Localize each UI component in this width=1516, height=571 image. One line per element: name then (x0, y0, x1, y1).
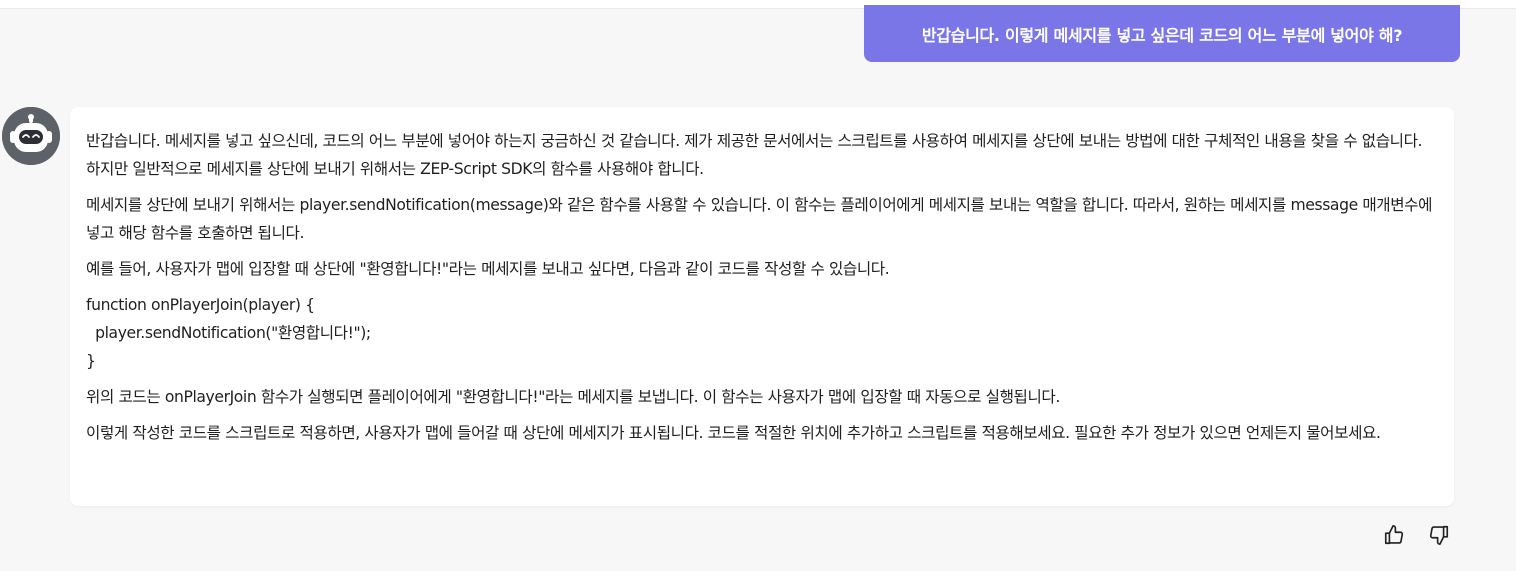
response-paragraph: 메세지를 상단에 보내기 위해서는 player.sendNotificatio… (86, 196, 1433, 242)
user-message-bubble: 반갑습니다. 이렇게 메세지를 넣고 싶은데 코드의 어느 부분에 넣어야 해? (864, 5, 1460, 62)
robot-avatar-icon (2, 107, 60, 165)
response-paragraph: 예를 들어, 사용자가 맵에 입장할 때 상단에 "환영합니다!"라는 메세지를… (86, 260, 890, 278)
bot-response-card: 반갑습니다. 메세지를 넣고 싶으신데, 코드의 어느 부분에 넣어야 하는지 … (70, 107, 1454, 506)
code-snippet: function onPlayerJoin(player) { player.s… (86, 291, 1438, 375)
response-paragraph: 위의 코드는 onPlayerJoin 함수가 실행되면 플레이어에게 "환영합… (86, 388, 1060, 406)
response-paragraph: 이렇게 작성한 코드를 스크립트로 적용하면, 사용자가 맵에 들어갈 때 상단… (86, 424, 1381, 442)
dislike-button[interactable] (1426, 522, 1452, 548)
response-paragraph: 반갑습니다. 메세지를 넣고 싶으신데, 코드의 어느 부분에 넣어야 하는지 … (86, 132, 1423, 178)
bot-avatar (2, 107, 60, 165)
code-line: } (86, 352, 96, 370)
user-message-text: 반갑습니다. 이렇게 메세지를 넣고 싶은데 코드의 어느 부분에 넣어야 해? (921, 25, 1403, 45)
thumbs-up-icon (1384, 525, 1404, 545)
like-button[interactable] (1381, 522, 1407, 548)
thumbs-down-icon (1429, 525, 1449, 545)
code-line: player.sendNotification("환영합니다!"); (86, 324, 371, 342)
code-line: function onPlayerJoin(player) { (86, 296, 315, 314)
